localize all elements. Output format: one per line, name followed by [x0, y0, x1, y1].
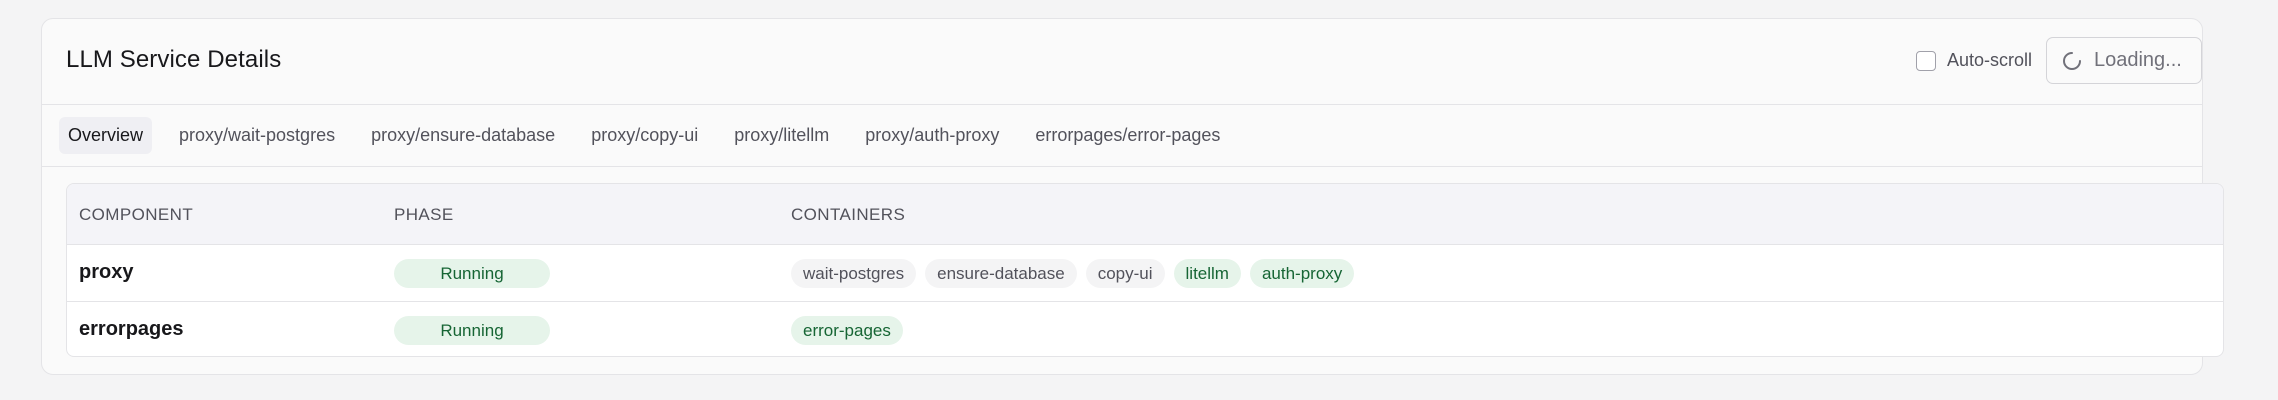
phase-badge: Running: [394, 316, 550, 345]
loading-button[interactable]: Loading...: [2046, 37, 2202, 84]
container-chip: error-pages: [791, 316, 903, 345]
tab-proxy-wait-postgres[interactable]: proxy/wait-postgres: [170, 117, 344, 154]
container-chip: litellm: [1173, 259, 1241, 288]
card-header: LLM Service Details Auto-scroll Loading.…: [42, 19, 2202, 105]
container-chip: copy-ui: [1085, 259, 1165, 288]
loading-label: Loading...: [2094, 49, 2182, 71]
column-header-phase: PHASE: [394, 205, 454, 224]
container-chips: error-pages: [791, 316, 903, 345]
tab-overview[interactable]: Overview: [59, 117, 153, 154]
auto-scroll-checkbox[interactable]: [1915, 50, 1936, 71]
components-table: COMPONENT PHASE CONTAINERS proxy Running…: [66, 183, 2224, 357]
column-header-component: COMPONENT: [79, 205, 194, 224]
component-name: proxy: [79, 261, 134, 283]
container-chips: wait-postgres ensure-database copy-ui li…: [791, 259, 1355, 288]
spinner-icon: [2062, 51, 2082, 71]
page-title: LLM Service Details: [66, 46, 282, 73]
column-header-containers: CONTAINERS: [791, 205, 906, 224]
tab-proxy-copy-ui[interactable]: proxy/copy-ui: [582, 117, 707, 154]
tab-proxy-ensure-database[interactable]: proxy/ensure-database: [362, 117, 564, 154]
tab-errorpages-error-pages[interactable]: errorpages/error-pages: [1026, 117, 1229, 154]
tabs-bar: Overview proxy/wait-postgres proxy/ensur…: [42, 105, 2202, 167]
container-chip: wait-postgres: [791, 259, 917, 288]
container-chip: ensure-database: [925, 259, 1077, 288]
llm-service-details-card: LLM Service Details Auto-scroll Loading.…: [41, 18, 2224, 375]
auto-scroll-label: Auto-scroll: [1946, 50, 2032, 70]
phase-badge: Running: [394, 259, 550, 288]
table-row: proxy Running wait-postgres ensure-datab…: [67, 245, 2223, 302]
table-row: errorpages Running error-pages: [67, 302, 2223, 356]
tab-proxy-auth-proxy[interactable]: proxy/auth-proxy: [856, 117, 1008, 154]
tab-proxy-litellm[interactable]: proxy/litellm: [725, 117, 838, 154]
component-name: errorpages: [79, 318, 184, 340]
table-header: COMPONENT PHASE CONTAINERS: [67, 184, 2223, 245]
auto-scroll-toggle[interactable]: Auto-scroll: [1915, 50, 2032, 71]
container-chip: auth-proxy: [1249, 259, 1355, 288]
